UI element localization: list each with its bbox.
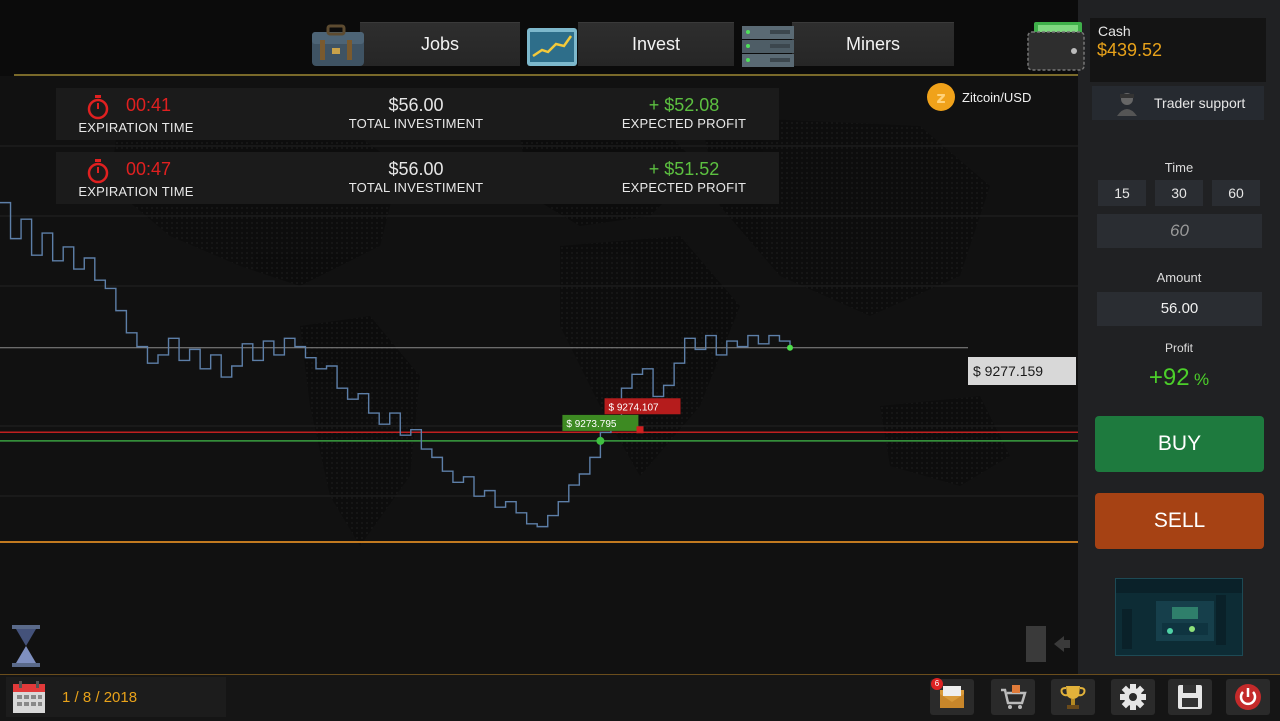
miners-nav-label: Miners <box>792 22 954 66</box>
total-investment-label: TOTAL INVESTIMENT <box>348 116 484 131</box>
total-investment-label: TOTAL INVESTIMENT <box>348 180 484 195</box>
expected-profit: + $52.08 <box>648 95 720 115</box>
amount-input[interactable]: 56.00 <box>1097 292 1262 326</box>
profit-value: +92 <box>1148 364 1190 391</box>
exit-door-icon[interactable] <box>1024 624 1070 669</box>
hourglass-icon[interactable] <box>10 624 42 673</box>
save-button[interactable] <box>1168 679 1212 715</box>
stopwatch-icon <box>87 95 109 120</box>
profit-display: +92 % <box>1078 364 1280 392</box>
svg-text:z: z <box>936 88 945 107</box>
sell-marker-dot <box>636 426 644 434</box>
amount-label: Amount <box>1156 270 1202 285</box>
time-input[interactable]: 60 <box>1097 214 1262 248</box>
expiration-time-label: EXPIRATION TIME <box>78 184 194 199</box>
expiration-time: 00:41 <box>126 95 172 115</box>
floppy-disk-icon <box>1178 685 1202 709</box>
total-investment: $56.00 <box>388 159 444 179</box>
shopping-cart-icon <box>1001 685 1027 709</box>
sell-button[interactable]: SELL <box>1095 493 1264 549</box>
time-option-30[interactable]: 30 <box>1155 180 1203 206</box>
current-price-tag: $ 9277.159 <box>968 357 1076 385</box>
chart-screen-icon <box>526 22 577 66</box>
trophy-icon <box>1060 686 1086 709</box>
time-option-15[interactable]: 15 <box>1098 180 1146 206</box>
currency-pair-label: Zitcoin/USD <box>962 89 1032 105</box>
expected-profit-label: EXPECTED PROFIT <box>621 116 747 131</box>
jobs-nav-button[interactable]: Jobs <box>308 22 520 66</box>
profit-label: Profit <box>1164 341 1193 355</box>
invest-nav-button[interactable]: Invest <box>526 22 734 66</box>
trader-support-button[interactable]: Trader support <box>1092 86 1264 120</box>
mail-button[interactable]: 6 <box>930 678 974 715</box>
mail-count-badge: 6 <box>931 678 943 690</box>
expiration-time-label: EXPIRATION TIME <box>78 120 194 135</box>
trader-avatar-icon <box>1117 93 1137 116</box>
settings-button[interactable] <box>1111 679 1155 715</box>
time-label: Time <box>1164 160 1194 175</box>
briefcase-icon <box>308 22 364 66</box>
expiration-time: 00:47 <box>126 159 172 179</box>
investment-row-2: 00:47 EXPIRATION TIME $56.00 TOTAL INVES… <box>56 152 779 204</box>
investment-row-1: 00:41 EXPIRATION TIME $56.00 TOTAL INVES… <box>56 88 779 140</box>
shop-button[interactable] <box>991 679 1035 715</box>
invest-nav-label: Invest <box>578 22 734 66</box>
currency-pair[interactable]: z Zitcoin/USD <box>926 82 1031 112</box>
cash-label: Cash <box>1098 23 1131 39</box>
stopwatch-icon <box>87 159 109 184</box>
room-preview-image <box>1116 579 1242 655</box>
power-icon <box>1235 684 1261 710</box>
buy-marker-dot <box>596 436 605 445</box>
trader-support-label: Trader support <box>1154 95 1246 111</box>
buy-button[interactable]: BUY <box>1095 416 1264 472</box>
profit-unit: % <box>1194 370 1210 389</box>
expected-profit: + $51.52 <box>648 159 720 179</box>
price-endpoint <box>787 344 793 351</box>
wallet-icon <box>1026 20 1086 77</box>
jobs-nav-label: Jobs <box>360 22 520 66</box>
zitcoin-icon: z <box>927 83 955 111</box>
current-price-value: $ 9277.159 <box>973 363 1044 379</box>
sell-marker-label: $ 9274.107 <box>609 402 659 413</box>
total-investment: $56.00 <box>388 95 444 115</box>
achievements-button[interactable] <box>1051 679 1095 715</box>
buy-marker-label: $ 9273.795 <box>566 419 616 430</box>
current-date: 1 / 8 / 2018 <box>62 688 138 706</box>
calendar-icon <box>13 681 45 713</box>
scene-preview[interactable] <box>1115 578 1243 656</box>
cash-display: Cash $439.52 <box>1090 18 1266 82</box>
server-rack-icon <box>740 22 794 67</box>
gear-icon <box>1120 684 1146 710</box>
miners-nav-button[interactable]: Miners <box>740 22 954 67</box>
power-button[interactable] <box>1226 679 1270 715</box>
date-display: 1 / 8 / 2018 <box>6 677 226 717</box>
expected-profit-label: EXPECTED PROFIT <box>621 180 747 195</box>
time-option-60[interactable]: 60 <box>1212 180 1260 206</box>
cash-amount: $439.52 <box>1097 40 1163 60</box>
